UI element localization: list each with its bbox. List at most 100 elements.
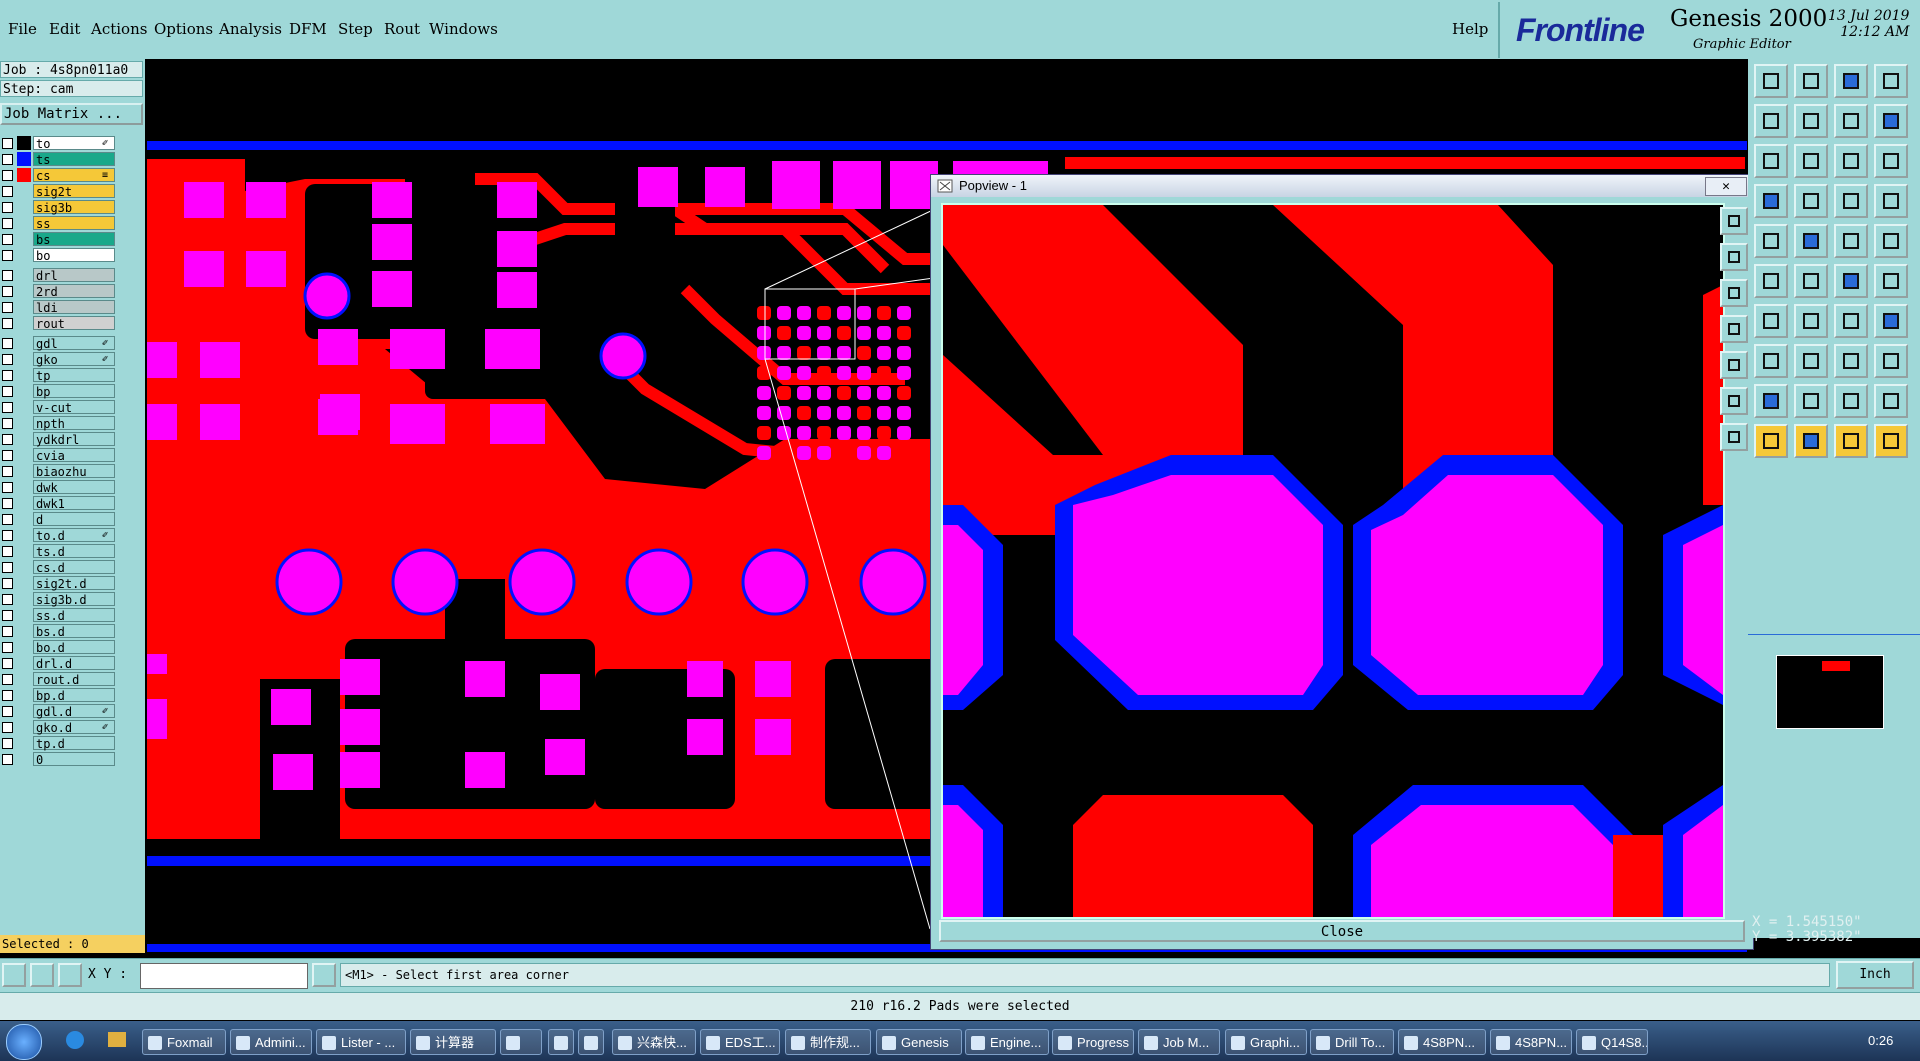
popview-tool-button[interactable] bbox=[1720, 351, 1748, 379]
tool-button-35[interactable] bbox=[1834, 384, 1868, 418]
layer-row-bp[interactable]: bp bbox=[0, 383, 118, 399]
units-select[interactable]: Inch bbox=[1836, 961, 1914, 989]
layer-name[interactable]: bo.d bbox=[33, 640, 115, 655]
tool-button-1[interactable] bbox=[1754, 64, 1788, 98]
tool-button-23[interactable] bbox=[1834, 264, 1868, 298]
layer-name[interactable]: sig3b.d bbox=[33, 592, 115, 607]
layer-row-2rd[interactable]: 2rd bbox=[0, 283, 118, 299]
layer-name[interactable]: npth bbox=[33, 416, 115, 431]
layer-checkbox[interactable] bbox=[2, 482, 13, 493]
tool-button-33[interactable] bbox=[1754, 384, 1788, 418]
menu-windows[interactable]: Windows bbox=[429, 20, 498, 38]
popview-close-button[interactable]: Close bbox=[939, 920, 1745, 942]
layer-name[interactable]: drl bbox=[33, 268, 115, 283]
layer-row-tp.d[interactable]: tp.d bbox=[0, 735, 118, 751]
popview-canvas[interactable] bbox=[941, 203, 1725, 919]
layer-checkbox[interactable] bbox=[2, 234, 13, 245]
tool-button-37[interactable] bbox=[1754, 424, 1788, 458]
layer-row-sig2t[interactable]: sig2t bbox=[0, 183, 118, 199]
layer-checkbox[interactable] bbox=[2, 170, 13, 181]
taskbar-item[interactable]: Lister - ... bbox=[316, 1029, 406, 1055]
popview-tool-button[interactable] bbox=[1720, 387, 1748, 415]
layer-row-gko[interactable]: gko ✐ bbox=[0, 351, 118, 367]
tool-button-34[interactable] bbox=[1794, 384, 1828, 418]
layer-row-cvia[interactable]: cvia bbox=[0, 447, 118, 463]
taskbar-item[interactable] bbox=[578, 1029, 604, 1055]
layer-name[interactable]: gko ✐ bbox=[33, 352, 115, 367]
layer-checkbox[interactable] bbox=[2, 138, 13, 149]
layer-checkbox[interactable] bbox=[2, 738, 13, 749]
layer-row-sig3b[interactable]: sig3b bbox=[0, 199, 118, 215]
layer-name[interactable]: cs.d bbox=[33, 560, 115, 575]
layer-name[interactable]: bs bbox=[33, 232, 115, 247]
layer-row-to.d[interactable]: to.d ✐ bbox=[0, 527, 118, 543]
taskbar-item[interactable]: Graphi... bbox=[1225, 1029, 1307, 1055]
tool-button-26[interactable] bbox=[1794, 304, 1828, 338]
layer-row-dwk1[interactable]: dwk1 bbox=[0, 495, 118, 511]
layer-name[interactable]: gdl.d ✐ bbox=[33, 704, 115, 719]
layer-checkbox[interactable] bbox=[2, 626, 13, 637]
layer-row-sig2t.d[interactable]: sig2t.d bbox=[0, 575, 118, 591]
layer-checkbox[interactable] bbox=[2, 658, 13, 669]
layer-row-npth[interactable]: npth bbox=[0, 415, 118, 431]
layer-row-rout[interactable]: rout bbox=[0, 315, 118, 331]
layer-checkbox[interactable] bbox=[2, 218, 13, 229]
layer-checkbox[interactable] bbox=[2, 270, 13, 281]
layer-checkbox[interactable] bbox=[2, 546, 13, 557]
taskbar-item[interactable] bbox=[548, 1029, 574, 1055]
explorer-icon[interactable] bbox=[108, 1032, 126, 1047]
layer-name[interactable]: ts.d bbox=[33, 544, 115, 559]
layer-checkbox[interactable] bbox=[2, 450, 13, 461]
tool-button-17[interactable] bbox=[1754, 224, 1788, 258]
menu-step[interactable]: Step bbox=[338, 20, 373, 38]
tool-button-20[interactable] bbox=[1874, 224, 1908, 258]
taskbar-item[interactable] bbox=[500, 1029, 542, 1055]
popview-titlebar[interactable]: Popview - 1 ✕ bbox=[931, 175, 1753, 197]
menu-edit[interactable]: Edit bbox=[49, 20, 80, 38]
layer-checkbox[interactable] bbox=[2, 386, 13, 397]
grid-button[interactable] bbox=[58, 963, 82, 987]
tool-button-13[interactable] bbox=[1754, 184, 1788, 218]
layer-row-bo.d[interactable]: bo.d bbox=[0, 639, 118, 655]
tool-button-9[interactable] bbox=[1754, 144, 1788, 178]
taskbar-item[interactable]: 制作规... bbox=[785, 1029, 871, 1055]
ie-icon[interactable] bbox=[66, 1031, 84, 1049]
layer-row-drl.d[interactable]: drl.d bbox=[0, 655, 118, 671]
menu-file[interactable]: File bbox=[8, 20, 37, 38]
layer-name[interactable]: sig3b bbox=[33, 200, 115, 215]
tool-button-21[interactable] bbox=[1754, 264, 1788, 298]
tool-button-19[interactable] bbox=[1834, 224, 1868, 258]
layer-checkbox[interactable] bbox=[2, 594, 13, 605]
tool-button-24[interactable] bbox=[1874, 264, 1908, 298]
layer-name[interactable]: tp.d bbox=[33, 736, 115, 751]
layer-name[interactable]: 2rd bbox=[33, 284, 115, 299]
layer-checkbox[interactable] bbox=[2, 154, 13, 165]
taskbar-item[interactable]: Genesis bbox=[876, 1029, 962, 1055]
tool-button-32[interactable] bbox=[1874, 344, 1908, 378]
tool-button-30[interactable] bbox=[1794, 344, 1828, 378]
taskbar-item[interactable]: Q14S8... bbox=[1576, 1029, 1648, 1055]
layer-name[interactable]: ydkdrl bbox=[33, 432, 115, 447]
layer-name[interactable]: rout.d bbox=[33, 672, 115, 687]
layer-checkbox[interactable] bbox=[2, 466, 13, 477]
layer-row-0[interactable]: 0 bbox=[0, 751, 118, 767]
layer-name[interactable]: to.d ✐ bbox=[33, 528, 115, 543]
layer-row-bp.d[interactable]: bp.d bbox=[0, 687, 118, 703]
layer-name[interactable]: dwk bbox=[33, 480, 115, 495]
layer-row-tp[interactable]: tp bbox=[0, 367, 118, 383]
layer-checkbox[interactable] bbox=[2, 722, 13, 733]
layer-name[interactable]: rout bbox=[33, 316, 115, 331]
taskbar-item[interactable]: Progress bbox=[1052, 1029, 1134, 1055]
tool-button-25[interactable] bbox=[1754, 304, 1788, 338]
layer-row-v-cut[interactable]: v-cut bbox=[0, 399, 118, 415]
tool-button-29[interactable] bbox=[1754, 344, 1788, 378]
tool-button-18[interactable] bbox=[1794, 224, 1828, 258]
pointer-mode-button[interactable] bbox=[2, 963, 26, 987]
layer-row-ts.d[interactable]: ts.d bbox=[0, 543, 118, 559]
layer-row-bs[interactable]: bs bbox=[0, 231, 118, 247]
layer-row-gdl.d[interactable]: gdl.d ✐ bbox=[0, 703, 118, 719]
start-button[interactable] bbox=[6, 1024, 42, 1060]
input-mode-button[interactable] bbox=[312, 963, 336, 987]
tool-button-40[interactable] bbox=[1874, 424, 1908, 458]
taskbar-item[interactable]: Admini... bbox=[230, 1029, 312, 1055]
